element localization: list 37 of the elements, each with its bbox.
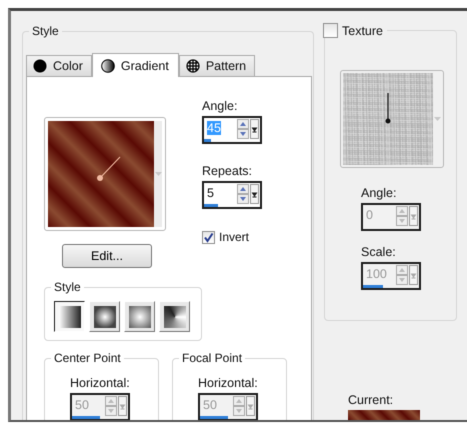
- checkbox-label: Texture: [342, 24, 383, 38]
- tab[interactable]: Pattern: [178, 55, 256, 76]
- gradient-preview[interactable]: [44, 117, 166, 231]
- texture-preview[interactable]: [343, 73, 433, 165]
- spin-value: 50: [202, 398, 218, 413]
- style-button[interactable]: [54, 301, 85, 332]
- gradient-style-icon: [128, 306, 150, 328]
- angle-handle-icon[interactable]: [97, 156, 120, 181]
- circle-icon: [33, 59, 47, 73]
- gradient-style-icon: [58, 306, 80, 328]
- globe-icon: [186, 59, 200, 73]
- spin-value: 100: [365, 267, 388, 282]
- field-label: Angle:: [202, 99, 238, 113]
- spin-field[interactable]: 5: [202, 181, 262, 209]
- spin-value: 45: [206, 121, 222, 136]
- field-label: Current:: [348, 393, 394, 407]
- spin-arrows-icon[interactable]: [237, 118, 249, 138]
- tab[interactable]: Gradient: [92, 53, 179, 77]
- spin-value: 5: [206, 186, 215, 201]
- spin-arrows-icon[interactable]: [237, 184, 249, 204]
- group-title: Style: [29, 24, 62, 39]
- spin-value: 0: [365, 208, 374, 223]
- checkbox[interactable]: [202, 230, 215, 244]
- checkbox-label: Invert: [219, 230, 250, 244]
- gradient-style-icon: [164, 306, 186, 328]
- gradient-style-icon: [94, 306, 116, 328]
- field-label: Horizontal:: [70, 376, 131, 390]
- field-label: Repeats:: [202, 164, 254, 178]
- edit-button[interactable]: Edit...: [62, 244, 152, 268]
- field-label: Angle:: [361, 186, 398, 200]
- shaded-circle-icon: [100, 58, 115, 72]
- spin-value: 50: [74, 398, 90, 413]
- group-title: Style: [51, 280, 84, 295]
- checkbox[interactable]: [323, 23, 338, 38]
- field-label: Scale:: [361, 245, 397, 259]
- field-label: Horizontal:: [198, 376, 259, 390]
- tab[interactable]: Color: [26, 55, 92, 76]
